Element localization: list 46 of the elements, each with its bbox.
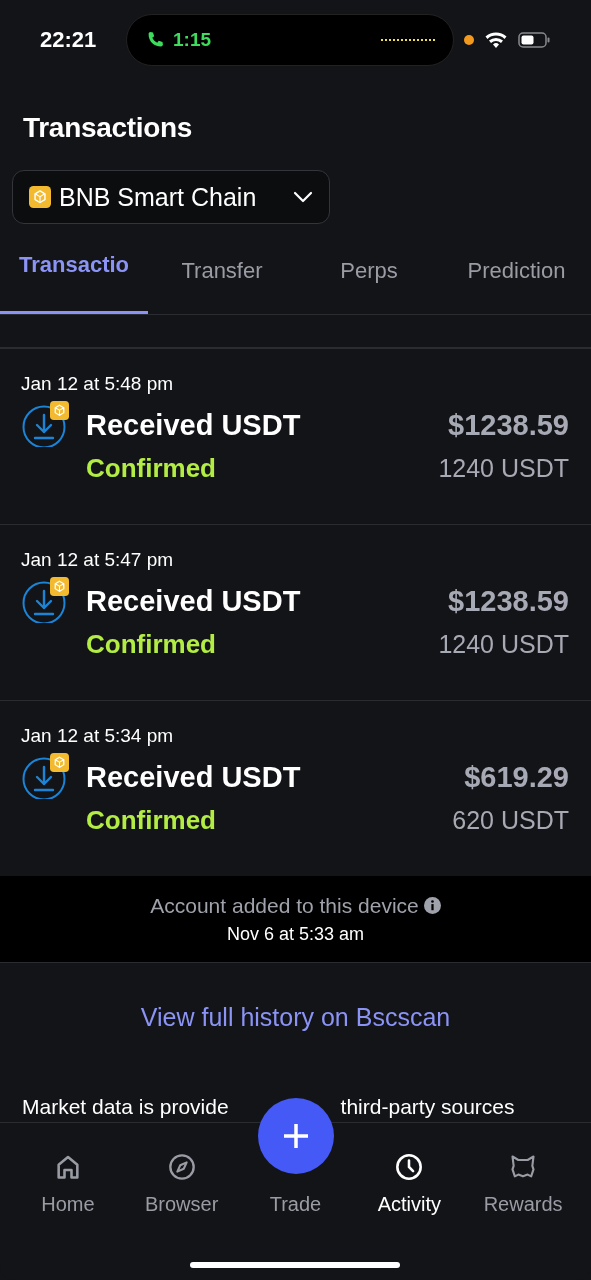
history-link[interactable]: View full history on Bscscan [140, 1003, 451, 1032]
page-title: Transactions [23, 112, 194, 144]
token-amount: 620 USDT [452, 805, 569, 835]
info-icon [423, 897, 441, 914]
tab[interactable]: Transactio [0, 224, 148, 314]
recording-dot-icon [464, 35, 474, 45]
battery-icon [518, 32, 550, 48]
bnb-badge-icon [50, 401, 69, 420]
usd-amount: $1238.59 [447, 408, 569, 442]
token-amount: 1240 USDT [438, 629, 569, 659]
tab[interactable]: Prediction [442, 224, 591, 314]
audio-wave-icon [381, 38, 435, 42]
plus-icon [281, 1122, 310, 1150]
transaction-date: Jan 12 at 5:34 pm [21, 725, 175, 747]
usd-amount: $619.29 [463, 760, 569, 794]
nav-tab[interactable]: Rewards [466, 1123, 580, 1216]
transaction-title: Received USDT [86, 760, 302, 794]
clock-time: 22:21 [40, 27, 98, 53]
bnb-coin-icon [29, 186, 51, 208]
transaction-status: Confirmed [86, 804, 217, 836]
transaction-title: Received USDT [86, 408, 302, 442]
tab[interactable]: Perps [296, 224, 442, 314]
bnb-badge-icon [50, 577, 69, 596]
transaction-title: Received USDT [86, 584, 302, 618]
transaction-status: Confirmed [86, 628, 217, 660]
tab[interactable]: Transfer [148, 224, 296, 314]
notice-date: Nov 6 at 5:33 am [226, 923, 365, 945]
chevron-down-icon [293, 191, 313, 203]
transaction-date: Jan 12 at 5:47 pm [21, 549, 175, 571]
nav-tab[interactable]: Activity [352, 1123, 467, 1216]
token-amount: 1240 USDT [438, 453, 569, 483]
nav-tab[interactable]: Home [11, 1123, 125, 1216]
call-timer: 1:15 [173, 29, 212, 51]
notice-label: Account added to this device [150, 893, 419, 918]
nav-tab[interactable]: Browser [124, 1123, 239, 1216]
transaction-date: Jan 12 at 5:48 pm [21, 373, 175, 395]
transaction-status: Confirmed [86, 452, 217, 484]
wifi-icon [484, 31, 508, 49]
bnb-badge-icon [50, 753, 69, 772]
usd-amount: $1238.59 [447, 584, 569, 618]
disclaimer-text: Market data is provide [22, 1096, 229, 1118]
nav-tab[interactable]: Trade [238, 1193, 353, 1216]
disclaimer-text: third-party sources [340, 1096, 515, 1118]
clock-icon [395, 1153, 424, 1181]
network-selector[interactable]: BNB Smart Chain [12, 170, 330, 224]
compass-icon [167, 1153, 196, 1181]
